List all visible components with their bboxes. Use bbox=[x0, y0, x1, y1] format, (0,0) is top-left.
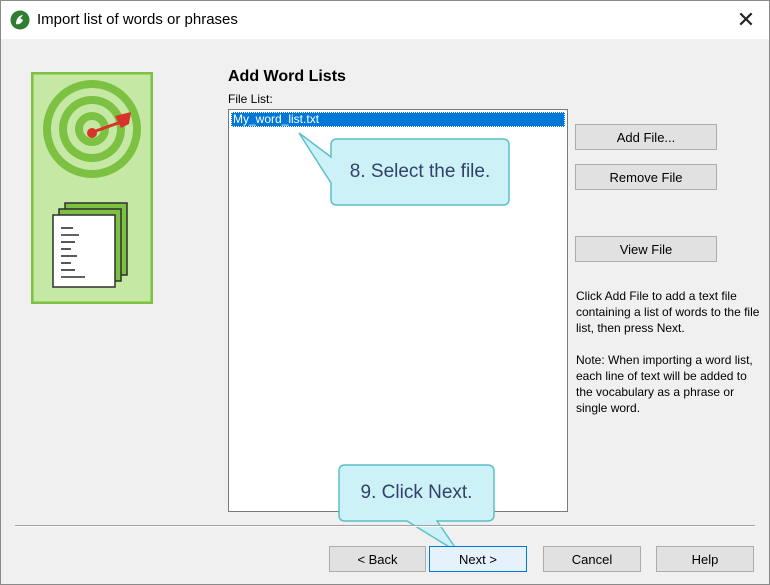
dragon-app-icon bbox=[10, 10, 30, 30]
instructions-text: Click Add File to add a text file contai… bbox=[576, 289, 760, 335]
import-dialog: Import list of words or phrases ✕ Add Wo… bbox=[0, 0, 770, 585]
remove-file-button[interactable]: Remove File bbox=[575, 164, 717, 190]
add-file-button[interactable]: Add File... bbox=[575, 124, 717, 150]
note-text: Note: When importing a word list, each l… bbox=[576, 353, 753, 415]
target-illustration bbox=[31, 72, 153, 304]
back-button[interactable]: < Back bbox=[329, 546, 426, 572]
next-button[interactable]: Next > bbox=[429, 546, 527, 572]
help-button[interactable]: Help bbox=[656, 546, 754, 572]
window-title: Import list of words or phrases bbox=[37, 11, 238, 28]
page-title: Add Word Lists bbox=[228, 68, 346, 85]
list-item[interactable]: My_word_list.txt bbox=[231, 112, 565, 127]
callout-step9: 9. Click Next. bbox=[360, 481, 473, 503]
callout-step8: 8. Select the file. bbox=[349, 161, 491, 182]
file-list-label: File List: bbox=[228, 92, 273, 106]
footer-separator bbox=[15, 525, 755, 527]
title-bar: Import list of words or phrases ✕ bbox=[1, 1, 769, 39]
view-file-button[interactable]: View File bbox=[575, 236, 717, 262]
close-icon[interactable]: ✕ bbox=[731, 6, 761, 34]
cancel-button[interactable]: Cancel bbox=[543, 546, 641, 572]
